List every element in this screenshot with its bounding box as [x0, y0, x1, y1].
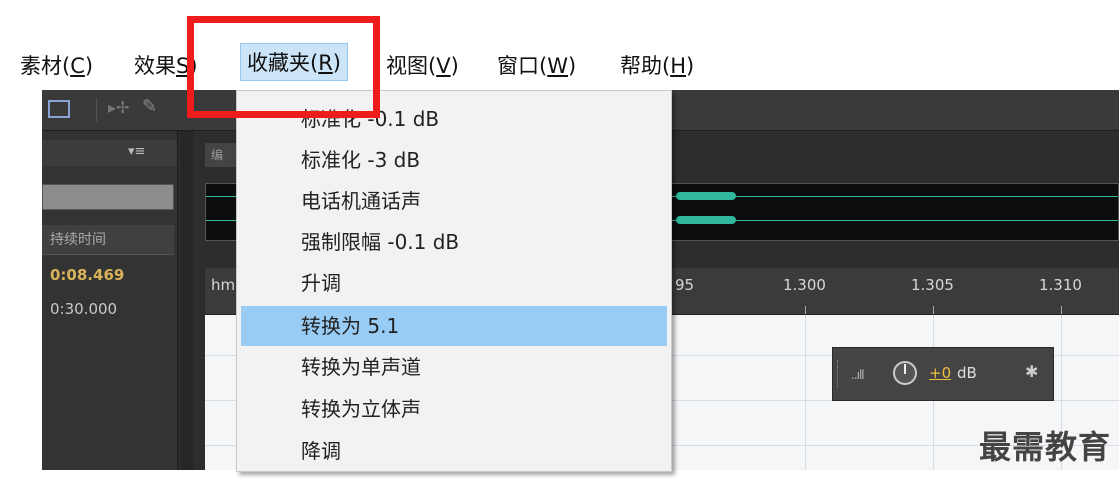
menu-view[interactable]: 视图(V) — [386, 50, 459, 80]
favorites-item[interactable]: 强制限幅 -0.1 dB — [237, 222, 667, 262]
ruler-tick — [1061, 306, 1062, 314]
razor-tool-icon[interactable]: ✎ — [142, 96, 157, 117]
favorites-item[interactable]: 升调 — [237, 263, 667, 303]
file-row-duration[interactable]: 0:30.000 — [50, 300, 117, 318]
favorites-item[interactable]: 电话机通话声 — [237, 181, 667, 221]
waveform-peak — [676, 216, 736, 224]
menu-window[interactable]: 窗口(W) — [497, 50, 576, 80]
highlight-annotation-box — [187, 16, 380, 118]
panel-menu-icon[interactable]: ▾≡ — [128, 144, 145, 159]
ruler-tick — [805, 306, 806, 314]
toolbar-divider — [96, 98, 97, 122]
spectral-view-icon[interactable] — [48, 100, 70, 118]
files-panel-header: ▾≡ — [42, 140, 177, 166]
panel-splitter[interactable] — [181, 131, 193, 470]
move-tool-icon[interactable]: ▸✢ — [108, 98, 129, 117]
ruler-unit-label: hm — [211, 276, 236, 294]
favorites-item[interactable]: 转换为单声道 — [237, 347, 667, 387]
volume-knob[interactable] — [893, 361, 917, 385]
favorites-item[interactable]: 降调 — [237, 431, 667, 471]
file-row-duration[interactable]: 0:08.469 — [50, 266, 124, 284]
ruler-label: 1.300 — [783, 276, 826, 294]
favorites-item[interactable]: 标准化 -3 dB — [237, 140, 667, 180]
amplitude-hud: ..ıll +0 dB ✱ — [832, 347, 1054, 401]
gain-unit: dB — [957, 364, 977, 382]
menu-help[interactable]: 帮助(H) — [620, 50, 694, 80]
signal-meter-icon: ..ıll — [851, 368, 865, 382]
waveform-peak — [676, 192, 736, 200]
ruler-tick — [933, 306, 934, 314]
favorites-item[interactable]: 转换为立体声 — [237, 389, 667, 429]
pin-icon[interactable]: ✱ — [1025, 362, 1038, 381]
favorites-item-selected[interactable]: 转换为 5.1 — [241, 306, 667, 346]
watermark: 最需教育 — [978, 428, 1111, 466]
favorites-menu: 标准化 -0.1 dB 标准化 -3 dB 电话机通话声 强制限幅 -0.1 d… — [236, 90, 672, 472]
grid-line — [805, 315, 806, 470]
gain-value[interactable]: +0 — [929, 364, 951, 382]
duration-column-header[interactable]: 持续时间 — [42, 225, 174, 255]
files-search-field[interactable] — [42, 184, 174, 210]
ruler-label: 1.310 — [1039, 276, 1082, 294]
hud-drag-handle[interactable] — [837, 360, 841, 388]
ruler-label: 1.305 — [911, 276, 954, 294]
menu-clip[interactable]: 素材(C) — [20, 50, 93, 80]
ruler-label: 95 — [675, 276, 695, 294]
